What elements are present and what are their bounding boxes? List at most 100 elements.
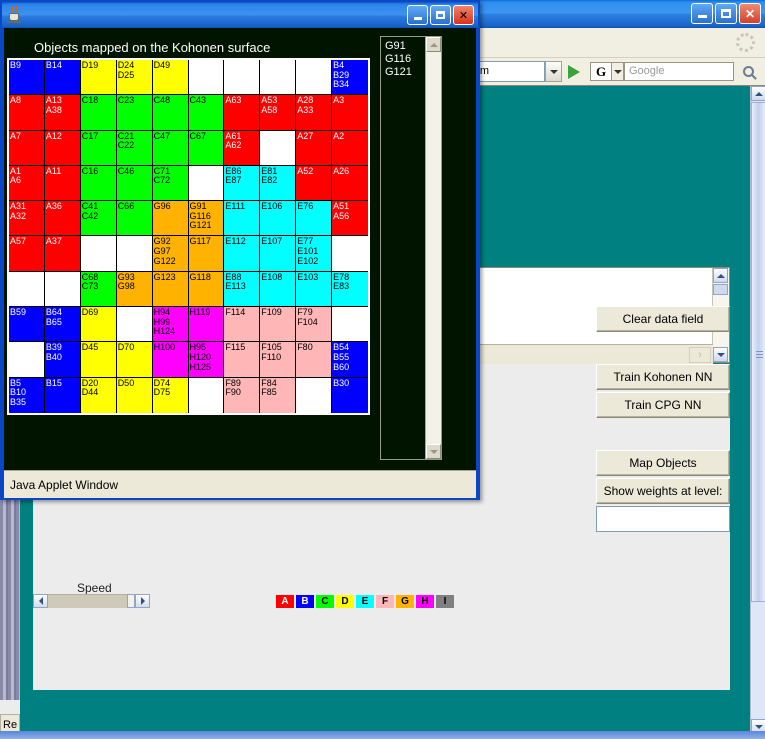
scroll-down-button[interactable] — [713, 347, 728, 362]
kohonen-cell[interactable] — [188, 165, 225, 202]
kohonen-cell[interactable]: H95 H120 H125 — [188, 342, 225, 378]
kohonen-cell[interactable]: B9 — [9, 60, 45, 96]
kohonen-cell[interactable]: C67 — [188, 130, 225, 166]
weights-level-input[interactable] — [596, 506, 730, 532]
kohonen-cell[interactable]: E77 E101 E102 — [296, 236, 333, 272]
kohonen-cell[interactable]: E106 — [260, 201, 297, 237]
kohonen-cell[interactable]: E88 E113 — [224, 271, 261, 308]
map-objects-button[interactable]: Map Objects — [596, 450, 730, 476]
kohonen-cell[interactable]: C46 — [116, 165, 153, 202]
scrollbar-thumb[interactable] — [713, 284, 728, 295]
kohonen-cell[interactable]: A57 — [9, 236, 45, 272]
kohonen-cell[interactable]: C18 — [80, 95, 117, 131]
kohonen-cell[interactable]: A11 — [44, 165, 81, 202]
java-minimize-icon[interactable] — [407, 5, 428, 25]
kohonen-cell[interactable]: A37 — [44, 236, 81, 272]
selected-objects-list[interactable]: G91 G116 G121 — [380, 36, 442, 460]
kohonen-cell[interactable]: B5 B10 B35 — [9, 377, 45, 413]
kohonen-cell[interactable] — [80, 236, 117, 272]
kohonen-cell[interactable]: E112 — [224, 236, 261, 272]
kohonen-cell[interactable] — [116, 307, 153, 343]
kohonen-cell[interactable]: B59 — [9, 307, 45, 343]
kohonen-cell[interactable] — [332, 236, 368, 272]
search-input[interactable]: Google — [624, 62, 734, 81]
kohonen-cell[interactable]: E111 — [224, 201, 261, 237]
kohonen-cell[interactable]: A8 — [9, 95, 45, 131]
kohonen-map-grid[interactable]: B9 B14 D19 D24 D25 D49 B4 B29 B34 A8 A13 A38 C18… — [7, 58, 370, 415]
slider-right-button[interactable] — [135, 594, 150, 608]
kohonen-cell[interactable]: C68 C73 — [80, 271, 117, 308]
kohonen-cell[interactable] — [188, 60, 225, 96]
kohonen-cell[interactable]: C48 — [152, 95, 189, 131]
kohonen-cell[interactable]: E103 — [296, 271, 333, 308]
kohonen-cell[interactable]: A53 A58 — [260, 95, 297, 131]
kohonen-cell[interactable]: A63 — [224, 95, 261, 131]
kohonen-cell[interactable]: E108 — [260, 271, 297, 308]
kohonen-cell[interactable]: G117 — [188, 236, 225, 272]
kohonen-cell[interactable] — [224, 60, 261, 96]
search-engine-dropdown[interactable] — [612, 62, 624, 81]
kohonen-cell[interactable]: B14 — [44, 60, 81, 96]
kohonen-cell[interactable]: C66 — [116, 201, 153, 237]
kohonen-cell[interactable]: A12 — [44, 130, 81, 166]
kohonen-cell[interactable]: C41 C42 — [80, 201, 117, 237]
kohonen-cell[interactable]: D74 D75 — [152, 377, 189, 413]
resize-handle[interactable]: › — [689, 347, 711, 363]
kohonen-cell[interactable]: H100 — [152, 342, 189, 378]
close-icon[interactable]: ✕ — [739, 3, 761, 24]
kohonen-cell[interactable]: E86 E87 — [224, 165, 261, 202]
kohonen-cell[interactable]: H119 — [188, 307, 225, 343]
kohonen-cell[interactable]: G118 — [188, 271, 225, 308]
kohonen-cell[interactable] — [296, 60, 333, 96]
kohonen-cell[interactable]: B54 B55 B60 — [332, 342, 368, 378]
kohonen-cell[interactable]: B39 B40 — [44, 342, 81, 378]
kohonen-cell[interactable]: F89 F90 — [224, 377, 261, 413]
speed-slider[interactable] — [33, 594, 150, 608]
java-maximize-icon[interactable] — [430, 5, 451, 25]
list-scroll-up-button[interactable] — [426, 37, 441, 52]
kohonen-cell[interactable]: A52 — [296, 165, 333, 202]
kohonen-cell[interactable]: C21 C22 — [116, 130, 153, 166]
kohonen-cell[interactable]: C47 — [152, 130, 189, 166]
kohonen-cell[interactable]: D24 D25 — [116, 60, 153, 96]
kohonen-cell[interactable]: F105 F110 — [260, 342, 297, 378]
kohonen-cell[interactable]: A26 — [332, 165, 368, 202]
kohonen-cell[interactable]: B15 — [44, 377, 81, 413]
kohonen-cell[interactable] — [260, 130, 297, 166]
address-dropdown-button[interactable] — [545, 61, 562, 82]
show-weights-button[interactable]: Show weights at level: — [596, 478, 730, 504]
kohonen-cell[interactable]: A51 A56 — [332, 201, 368, 237]
kohonen-cell[interactable]: D45 — [80, 342, 117, 378]
kohonen-cell[interactable]: G96 — [152, 201, 189, 237]
kohonen-cell[interactable]: D19 — [80, 60, 117, 96]
go-button[interactable] — [563, 60, 585, 83]
kohonen-cell[interactable]: D50 — [116, 377, 153, 413]
kohonen-cell[interactable]: C71 C72 — [152, 165, 189, 202]
kohonen-cell[interactable]: A1 A6 — [9, 165, 45, 202]
kohonen-cell[interactable]: C17 — [80, 130, 117, 166]
kohonen-cell[interactable]: E76 — [296, 201, 333, 237]
page-scroll-up-button[interactable] — [751, 86, 765, 101]
kohonen-cell[interactable]: A31 A32 — [9, 201, 45, 237]
kohonen-cell[interactable] — [332, 307, 368, 343]
kohonen-cell[interactable]: F80 — [296, 342, 333, 378]
scroll-up-button[interactable] — [713, 268, 728, 283]
slider-track[interactable] — [48, 594, 127, 608]
clear-data-field-button[interactable]: Clear data field — [596, 306, 730, 332]
kohonen-cell[interactable] — [188, 377, 225, 413]
kohonen-cell[interactable]: D20 D44 — [80, 377, 117, 413]
kohonen-cell[interactable]: H94 H99 H124 — [152, 307, 189, 343]
kohonen-cell[interactable]: E107 — [260, 236, 297, 272]
kohonen-cell[interactable]: D49 — [152, 60, 189, 96]
kohonen-cell[interactable]: E81 E82 — [260, 165, 297, 202]
search-button[interactable] — [734, 61, 762, 82]
list-scroll-down-button[interactable] — [426, 444, 441, 459]
kohonen-cell[interactable]: C16 — [80, 165, 117, 202]
kohonen-cell[interactable]: F109 — [260, 307, 297, 343]
kohonen-cell[interactable]: F115 — [224, 342, 261, 378]
page-vertical-scrollbar[interactable] — [750, 86, 765, 734]
kohonen-cell[interactable] — [296, 377, 333, 413]
kohonen-cell[interactable]: B4 B29 B34 — [332, 60, 368, 96]
list-scrollbar[interactable] — [425, 37, 441, 459]
kohonen-cell[interactable] — [9, 271, 45, 308]
